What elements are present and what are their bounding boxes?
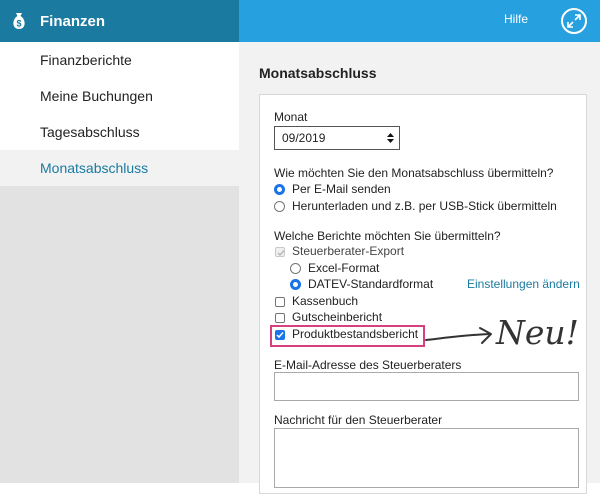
money-bag-icon: $ — [9, 11, 29, 31]
sidebar-item-finanzberichte[interactable]: Finanzberichte — [0, 42, 239, 78]
checkbox-cashbook[interactable] — [275, 297, 285, 307]
annotation-text: Neu! — [496, 313, 579, 352]
radio-datev-format-label: DATEV-Standardformat — [308, 277, 434, 291]
email-input[interactable] — [274, 372, 579, 401]
radio-per-email-label: Per E-Mail senden — [292, 182, 391, 196]
radio-per-email[interactable] — [274, 184, 285, 195]
sidebar-item-monatsabschluss[interactable]: Monatsabschluss — [0, 150, 239, 186]
topbar: Hilfe — [239, 0, 600, 42]
checkbox-tax-export — [275, 247, 285, 257]
radio-excel-format[interactable] — [290, 263, 301, 274]
settings-link[interactable]: Einstellungen ändern — [467, 277, 580, 291]
radio-datev-format[interactable] — [290, 279, 301, 290]
sidebar-header: $ Finanzen — [0, 0, 239, 42]
checkbox-voucher-label: Gutscheinbericht — [292, 310, 383, 324]
svg-text:$: $ — [16, 19, 21, 29]
month-select[interactable]: 09/2019 — [274, 126, 400, 150]
checkbox-product-stock-label: Produktbestandsbericht — [292, 327, 419, 341]
radio-download-label: Herunterladen und z.B. per USB-Stick übe… — [292, 199, 557, 213]
page-title: Monatsabschluss — [259, 65, 377, 81]
app-title: Finanzen — [40, 12, 106, 30]
month-label: Monat — [274, 110, 308, 124]
reports-question: Welche Berichte möchten Sie übermitteln? — [274, 229, 501, 243]
checkbox-cashbook-label: Kassenbuch — [292, 294, 359, 308]
updown-arrows-icon — [387, 133, 394, 143]
new-annotation: Neu! — [424, 313, 579, 363]
month-closing-form: Monat 09/2019 Wie möchten Sie den Monats… — [259, 94, 587, 494]
help-link[interactable]: Hilfe — [504, 12, 528, 26]
checkbox-tax-export-label: Steuerberater-Export — [292, 244, 405, 258]
sidebar-menu: Finanzberichte Meine Buchungen Tagesabsc… — [0, 42, 239, 186]
message-textarea[interactable] — [274, 428, 579, 488]
month-select-value: 09/2019 — [282, 131, 326, 145]
radio-download[interactable] — [274, 201, 285, 212]
expand-icon[interactable] — [561, 8, 587, 34]
sidebar-item-meine-buchungen[interactable]: Meine Buchungen — [0, 78, 239, 114]
radio-excel-format-label: Excel-Format — [308, 261, 380, 275]
checkbox-voucher[interactable] — [275, 313, 285, 323]
sidebar-item-tagesabschluss[interactable]: Tagesabschluss — [0, 114, 239, 150]
transmission-question: Wie möchten Sie den Monatsabschluss über… — [274, 166, 554, 180]
sidebar: $ Finanzen Finanzberichte Meine Buchunge… — [0, 0, 239, 483]
checkbox-product-stock[interactable] — [275, 330, 285, 340]
message-label: Nachricht für den Steuerberater — [274, 413, 443, 427]
main-content: Monatsabschluss Monat 09/2019 Wie möchte… — [239, 42, 600, 494]
